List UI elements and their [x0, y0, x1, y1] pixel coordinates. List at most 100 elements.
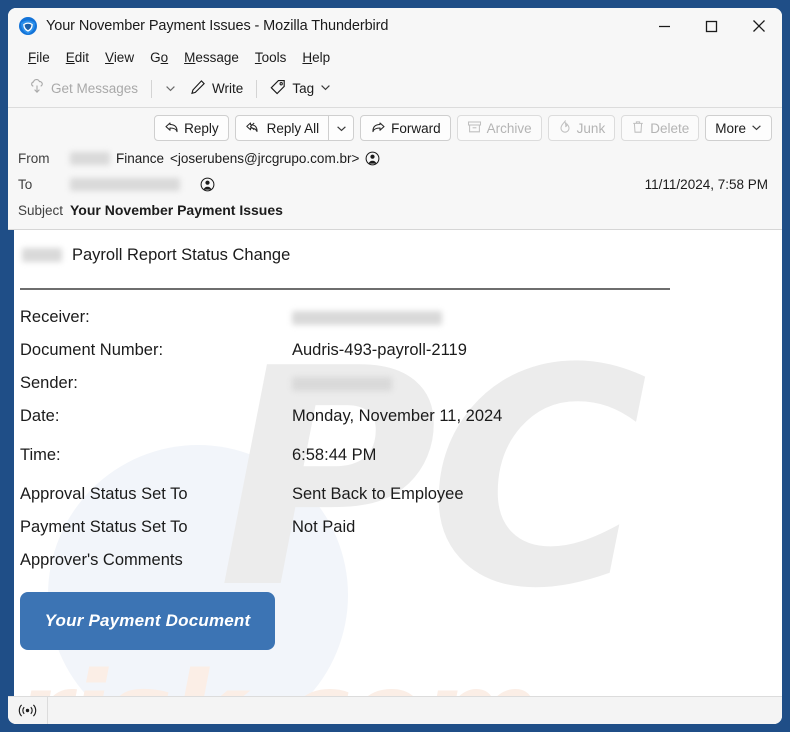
tag-icon: [270, 79, 286, 98]
header-row-subject: Subject Your November Payment Issues: [8, 197, 782, 223]
window-title: Your November Payment Issues - Mozilla T…: [46, 18, 389, 34]
document-number-value: Audris-493-payroll-2119: [292, 341, 467, 359]
body-title-redaction: [22, 248, 62, 262]
title-bar: Your November Payment Issues - Mozilla T…: [8, 8, 782, 44]
delete-label: Delete: [650, 120, 690, 136]
body-divider: [20, 288, 670, 290]
body-row-approval-status: Approval Status Set To Sent Back to Empl…: [20, 485, 782, 504]
trash-icon: [631, 120, 645, 137]
body-row-date: Date: Monday, November 11, 2024: [20, 407, 782, 426]
menu-item-help[interactable]: Help: [294, 48, 338, 67]
payment-status-label: Payment Status Set To: [20, 518, 188, 536]
body-row-payment-status: Payment Status Set To Not Paid: [20, 518, 782, 537]
from-name: Finance: [116, 150, 165, 166]
body-row-approver-comments: Approver's Comments: [20, 551, 782, 570]
menu-item-message[interactable]: Message: [176, 48, 247, 67]
main-toolbar: Get Messages Write Tag: [8, 70, 782, 108]
time-value: 6:58:44 PM: [292, 446, 377, 464]
more-label: More: [715, 120, 746, 136]
more-button[interactable]: More: [705, 115, 772, 141]
junk-button[interactable]: Junk: [547, 115, 616, 141]
archive-box-icon: [467, 120, 482, 137]
to-redaction: [70, 177, 180, 191]
receiver-redaction: [292, 310, 442, 325]
menu-item-view[interactable]: View: [97, 48, 142, 67]
archive-label: Archive: [486, 120, 532, 136]
forward-label: Forward: [391, 120, 441, 136]
body-row-time: Time: 6:58:44 PM: [20, 446, 782, 465]
message-action-buttons: Reply Reply All Forward Archive Junk Del…: [8, 108, 782, 145]
status-bar: [8, 696, 782, 724]
contact-person-icon[interactable]: [200, 177, 215, 192]
date-value: Monday, November 11, 2024: [292, 407, 503, 425]
from-label: From: [18, 150, 50, 166]
sender-value: [292, 374, 782, 393]
to-value[interactable]: [70, 177, 215, 192]
window-controls: [641, 8, 782, 44]
chevron-down-icon: [751, 121, 762, 136]
reply-all-dropdown-icon[interactable]: [329, 116, 353, 140]
subject-value: Your November Payment Issues: [70, 202, 283, 218]
reply-all-label: Reply All: [266, 120, 320, 136]
forward-button[interactable]: Forward: [360, 115, 451, 141]
get-messages-label: Get Messages: [51, 81, 139, 96]
body-title: Payroll Report Status Change: [72, 245, 291, 264]
subject-label: Subject: [18, 202, 64, 218]
tag-label: Tag: [292, 81, 315, 96]
date-label: Date:: [20, 407, 60, 425]
broadcast-signal-icon[interactable]: [8, 697, 48, 724]
menu-item-edit[interactable]: Edit: [58, 48, 97, 67]
junk-flame-icon: [558, 119, 572, 137]
approval-status-value: Sent Back to Employee: [292, 485, 464, 503]
maximize-icon[interactable]: [688, 8, 735, 44]
body-row-document-number: Document Number: Audris-493-payroll-2119: [20, 341, 782, 360]
menu-item-file[interactable]: File: [20, 48, 58, 67]
reply-button[interactable]: Reply: [154, 115, 229, 141]
thunderbird-logo-icon: [18, 16, 38, 36]
write-button[interactable]: Write: [183, 76, 250, 101]
menu-item-tools[interactable]: Tools: [247, 48, 295, 67]
message-body: PC risk.com Payroll Report Status Change…: [8, 230, 782, 696]
receiver-value: [292, 308, 782, 327]
from-address: <joserubens@jrcgrupo.com.br>: [170, 150, 360, 166]
reply-label: Reply: [184, 120, 219, 136]
sender-redaction: [292, 376, 392, 391]
chevron-down-icon[interactable]: [320, 81, 331, 96]
get-messages-dropdown[interactable]: [158, 80, 183, 97]
body-row-sender: Sender:: [20, 374, 782, 393]
body-content: Payroll Report Status Change Receiver: D…: [8, 230, 782, 650]
toolbar-divider: [151, 79, 153, 98]
from-value[interactable]: Finance <joserubens@jrcgrupo.com.br>: [70, 151, 380, 166]
header-row-from: From Finance <joserubens@jrcgrupo.com.br…: [8, 145, 782, 171]
reply-all-button[interactable]: Reply All: [236, 116, 329, 140]
get-messages-button[interactable]: Get Messages: [22, 76, 145, 101]
payment-status-value: Not Paid: [292, 518, 356, 536]
pencil-icon: [190, 79, 206, 98]
cta-wrapper: Your Payment Document: [20, 592, 782, 650]
reply-arrow-icon: [164, 120, 179, 137]
message-date: 11/11/2024, 7:58 PM: [644, 176, 768, 192]
sender-label: Sender:: [20, 374, 78, 392]
tag-button[interactable]: Tag: [263, 76, 338, 101]
approver-comments-label: Approver's Comments: [20, 551, 183, 569]
message-header: Reply Reply All Forward Archive Junk Del…: [8, 108, 782, 230]
menu-bar: File Edit View oGo Message Tools Help: [8, 44, 782, 70]
thunderbird-window: Your November Payment Issues - Mozilla T…: [8, 8, 782, 724]
from-redaction: [70, 151, 110, 165]
receiver-label: Receiver:: [20, 308, 90, 326]
archive-button[interactable]: Archive: [456, 115, 542, 141]
contact-person-icon[interactable]: [365, 151, 380, 166]
delete-button[interactable]: Delete: [621, 115, 700, 141]
menu-item-go[interactable]: oGo: [142, 48, 176, 67]
reply-all-arrow-icon: [245, 120, 262, 137]
document-number-label: Document Number:: [20, 341, 164, 359]
approval-status-label: Approval Status Set To: [20, 485, 188, 503]
minimize-icon[interactable]: [641, 8, 688, 44]
close-icon[interactable]: [735, 8, 782, 44]
forward-arrow-icon: [370, 120, 386, 137]
payment-document-button[interactable]: Your Payment Document: [20, 592, 275, 650]
junk-label: Junk: [576, 120, 606, 136]
reply-all-split-button[interactable]: Reply All: [234, 115, 355, 141]
download-cloud-icon: [29, 79, 45, 98]
body-title-row: Payroll Report Status Change: [20, 242, 782, 268]
